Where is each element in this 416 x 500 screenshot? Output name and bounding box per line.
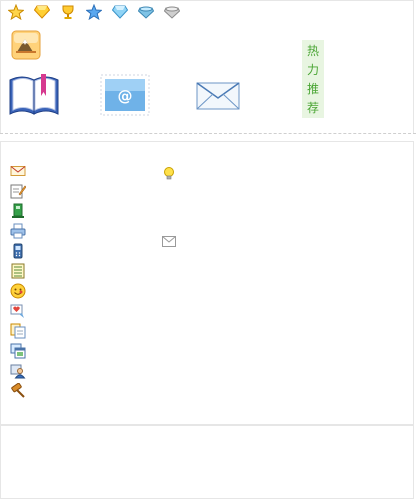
mobile-phone-icon[interactable] [10, 243, 26, 259]
gold-trophy-icon [58, 3, 78, 21]
book-icon[interactable] [8, 72, 60, 116]
blue-diamond-icon [110, 3, 130, 21]
user-group-icon[interactable] [10, 363, 26, 379]
mail-icon[interactable] [10, 163, 26, 179]
small-mail-icon[interactable] [162, 232, 176, 247]
edit-note-icon[interactable] [10, 183, 27, 199]
hot-recommend-char: 热 [306, 44, 319, 58]
star-icon [6, 3, 26, 21]
hammer-icon[interactable] [10, 382, 26, 399]
envelope-icon[interactable] [196, 82, 240, 110]
blue-star-icon [84, 3, 104, 21]
ruby-diamond-icon [32, 3, 52, 21]
tools-panel [0, 141, 414, 425]
copy-page-icon[interactable] [10, 323, 26, 339]
hot-recommend-char: 荐 [306, 101, 319, 115]
mountain-app-icon[interactable] [11, 30, 41, 60]
hot-recommend-label[interactable]: 热 力 推 荐 [302, 40, 324, 118]
divider [0, 133, 416, 134]
rank-badges [6, 3, 182, 21]
hot-recommend-char: 力 [306, 63, 319, 77]
svg-text:@: @ [118, 87, 133, 105]
print-icon[interactable] [10, 223, 26, 239]
bottom-panel [0, 425, 414, 499]
teal-gem-icon [136, 3, 156, 21]
smiley-icon[interactable] [10, 283, 26, 299]
window-list-icon[interactable] [10, 343, 26, 359]
tool-icon-list [10, 163, 27, 399]
green-tower-icon[interactable] [10, 203, 26, 219]
hot-recommend-char: 推 [306, 82, 319, 96]
email-stamp-icon[interactable]: @ [100, 74, 150, 116]
heart-message-icon[interactable] [10, 303, 26, 319]
notepad-icon[interactable] [10, 263, 26, 279]
lightbulb-icon[interactable] [162, 166, 176, 182]
silver-crown-icon [162, 3, 182, 21]
